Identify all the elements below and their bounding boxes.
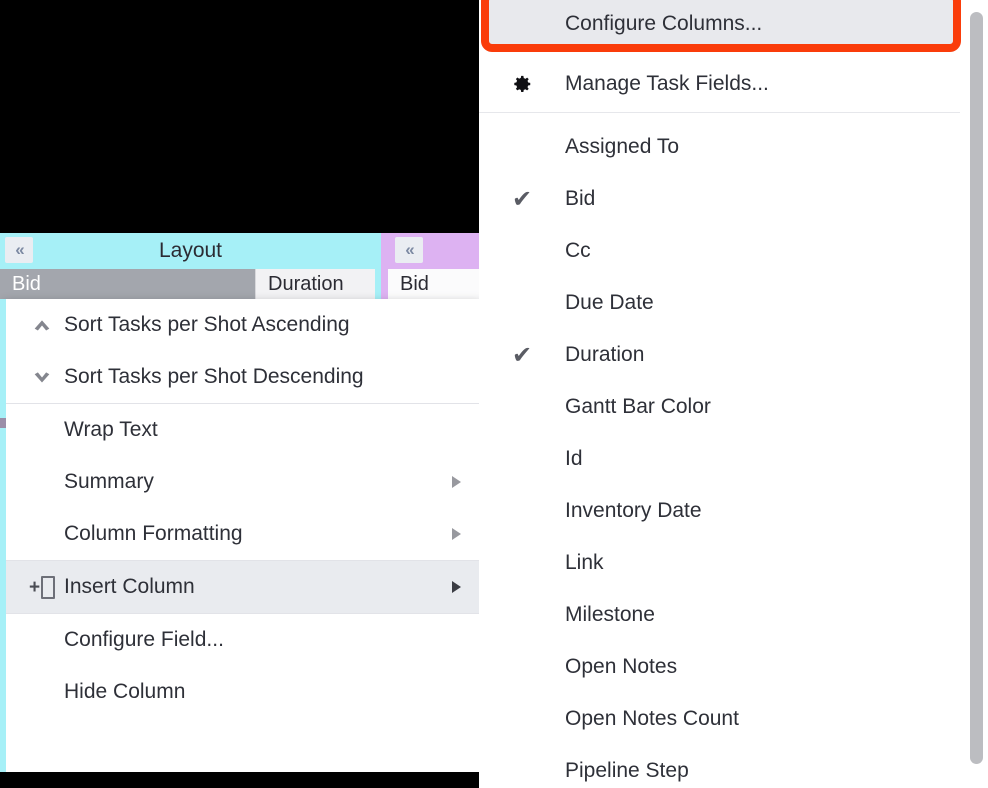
menu-item-sort-descending[interactable]: Sort Tasks per Shot Descending [0,351,479,403]
chevron-up-icon [20,314,64,336]
gantt-panel-edge [381,269,388,301]
menu-item-id[interactable]: Id [479,433,988,485]
menu-item-duration[interactable]: ✔ Duration [479,329,988,381]
insert-column-icon: + [20,575,64,599]
menu-item-label: Id [565,447,583,470]
menu-item-link[interactable]: Link [479,537,988,589]
panel-resize-marker [0,418,6,428]
menu-item-bid[interactable]: ✔ Bid [479,173,988,225]
menu-item-label: Configure Columns... [565,12,763,35]
menu-item-label: Inventory Date [565,499,702,522]
menu-item-milestone[interactable]: Milestone [479,589,988,641]
menu-item-label: Insert Column [64,575,195,598]
menu-item-sort-ascending[interactable]: Sort Tasks per Shot Ascending [0,299,479,351]
check-icon: ✔ [511,185,533,213]
menu-item-label: Gantt Bar Color [565,395,711,418]
chevron-down-icon [20,366,64,388]
menu-item-insert-column[interactable]: + Insert Column [0,561,479,613]
menu-item-label: Hide Column [64,680,186,703]
insert-column-submenu[interactable]: Configure Columns... Manage Task Fields.… [479,0,988,788]
chevron-double-left-icon[interactable]: « [395,237,423,263]
menu-item-label: Assigned To [565,135,680,158]
menu-item-label: Wrap Text [64,418,158,441]
menu-item-label: Due Date [565,291,654,314]
menu-item-wrap-text[interactable]: Wrap Text [0,404,479,456]
column-header-bid[interactable]: Bid [0,269,255,299]
menu-item-label: Manage Task Fields... [565,72,769,95]
layout-panel-edge [0,299,6,772]
menu-spacer [479,113,988,121]
menu-item-label: Pipeline Step [565,759,689,782]
menu-item-label: Cc [565,239,591,262]
menu-item-configure-field[interactable]: Configure Field... [0,614,479,666]
menu-item-configure-columns[interactable]: Configure Columns... [488,0,954,52]
menu-item-label: Sort Tasks per Shot Descending [64,365,364,388]
menu-item-label: Configure Field... [64,628,224,651]
menu-item-inventory-date[interactable]: Inventory Date [479,485,988,537]
menu-item-label: Open Notes [565,655,678,678]
menu-item-pipeline-step[interactable]: Pipeline Step [479,745,988,788]
column-context-menu[interactable]: Sort Tasks per Shot Ascending Sort Tasks… [0,299,479,772]
menu-item-label: Sort Tasks per Shot Ascending [64,313,350,336]
menu-item-open-notes[interactable]: Open Notes [479,641,988,693]
submenu-arrow-icon [452,476,461,488]
submenu-arrow-icon [452,581,461,593]
chevron-double-left-icon[interactable]: « [5,237,33,263]
layout-panel-header: Layout « [0,233,381,269]
menu-item-open-notes-count[interactable]: Open Notes Count [479,693,988,745]
menu-item-label: Column Formatting [64,522,243,545]
menu-item-due-date[interactable]: Due Date [479,277,988,329]
menu-item-label: Open Notes Count [565,707,739,730]
menu-item-manage-task-fields[interactable]: Manage Task Fields... [479,58,988,110]
menu-item-label: Link [565,551,604,574]
submenu-arrow-icon [452,528,461,540]
menu-item-gantt-bar-color[interactable]: Gantt Bar Color [479,381,988,433]
vertical-scrollbar-track[interactable] [966,0,988,788]
column-header-duration[interactable]: Duration [255,269,375,299]
menu-item-summary[interactable]: Summary [0,456,479,508]
menu-item-label: Bid [565,187,596,210]
page-title: Layout [158,239,223,262]
gear-icon [479,73,565,95]
menu-item-hide-column[interactable]: Hide Column [0,666,479,718]
gantt-panel-header: « [381,233,480,269]
menu-item-label: Milestone [565,603,655,626]
gantt-column-header-bid[interactable]: Bid [388,269,480,299]
menu-item-label: Summary [64,470,154,493]
configure-columns-row: Configure Columns... [479,0,988,52]
check-icon: ✔ [511,341,533,369]
vertical-scrollbar-thumb[interactable] [970,12,983,764]
menu-item-cc[interactable]: Cc [479,225,988,277]
menu-item-label: Duration [565,343,645,366]
menu-item-assigned-to[interactable]: Assigned To [479,121,988,173]
menu-item-column-formatting[interactable]: Column Formatting [0,508,479,560]
